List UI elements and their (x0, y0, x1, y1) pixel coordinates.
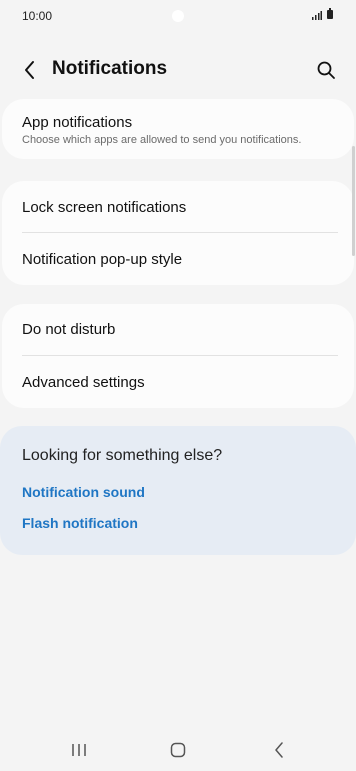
list-item-advanced-settings[interactable]: Advanced settings (2, 356, 354, 408)
back-icon (275, 742, 283, 758)
list-item-label: Lock screen notifications (22, 199, 187, 216)
status-time: 10:00 (22, 9, 53, 23)
back-button[interactable] (16, 56, 44, 84)
app-notifications-title: App notifications (22, 114, 133, 131)
notification-sound-link[interactable]: Notification sound (22, 484, 145, 500)
app-notifications-item[interactable]: App notifications Choose which apps are … (2, 99, 354, 159)
search-icon (317, 61, 335, 79)
flash-notification-link[interactable]: Flash notification (22, 515, 138, 531)
lock-screen-card: Lock screen notifications Notification p… (2, 181, 354, 285)
chevron-left-icon (25, 61, 34, 79)
list-item-lock-screen-notifications[interactable]: Lock screen notifications (2, 181, 354, 233)
camera-cutout (172, 10, 184, 22)
home-button[interactable] (163, 738, 193, 762)
app-notifications-subtitle: Choose which apps are allowed to send yo… (22, 134, 302, 146)
list-item-notification-popup-style[interactable]: Notification pop-up style (2, 233, 354, 285)
list-item-do-not-disturb[interactable]: Do not disturb (2, 304, 354, 356)
recents-button[interactable] (64, 738, 94, 762)
list-item-label: Advanced settings (22, 374, 145, 391)
signal-icon (312, 11, 322, 20)
scrollbar[interactable] (352, 146, 355, 256)
do-not-disturb-card: Do not disturb Advanced settings (2, 304, 354, 408)
battery-icon (327, 8, 333, 19)
home-icon (170, 742, 186, 758)
list-item-label: Notification pop-up style (22, 251, 183, 268)
app-header: Notifications (0, 48, 356, 92)
navigation-bar (0, 728, 356, 771)
app-notifications-card: App notifications Choose which apps are … (2, 99, 354, 159)
suggestions-panel: Looking for something else? Notification… (0, 426, 356, 555)
suggestions-heading: Looking for something else? (22, 447, 223, 464)
page-title: Notifications (52, 58, 168, 79)
back-nav-button[interactable] (264, 738, 294, 762)
list-item-label: Do not disturb (22, 321, 116, 338)
search-button[interactable] (312, 56, 340, 84)
status-bar: 10:00 (0, 0, 356, 32)
recents-icon (72, 744, 86, 756)
